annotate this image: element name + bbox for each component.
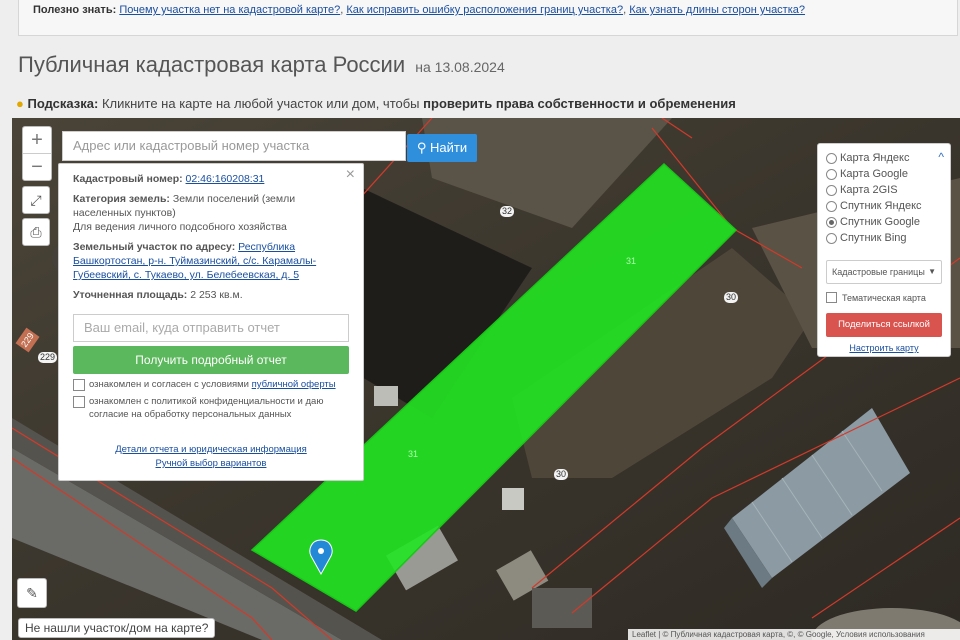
email-field[interactable]: Ваш email, куда отправить отчет bbox=[73, 314, 349, 342]
land-category-label: Категория земель: bbox=[73, 193, 170, 205]
manual-selection-link[interactable]: Ручной выбор вариантов bbox=[73, 457, 349, 471]
expand-icon: ⤢ bbox=[30, 192, 42, 208]
get-report-button[interactable]: Получить подробный отчет bbox=[73, 346, 349, 374]
cadastral-number-row: Кадастровый номер: 02:46:160208:31 bbox=[73, 172, 349, 186]
layer-option-label: Спутник Яндекс bbox=[840, 200, 922, 212]
address-label: Земельный участок по адресу: bbox=[73, 241, 236, 253]
layer-option-label: Спутник Google bbox=[840, 216, 920, 228]
fullscreen-button[interactable]: ⤢ bbox=[22, 186, 50, 214]
lightbulb-icon: ● bbox=[16, 96, 24, 111]
layer-option-label: Карта 2GIS bbox=[840, 184, 898, 196]
close-icon[interactable]: × bbox=[346, 167, 355, 183]
hint-bold-text: проверить права собственности и обремене… bbox=[423, 96, 736, 111]
radio-button[interactable] bbox=[826, 152, 837, 164]
address-row: Земельный участок по адресу: Республика … bbox=[73, 240, 349, 282]
chevron-down-icon: ▼ bbox=[928, 267, 936, 276]
thematic-label: Тематическая карта bbox=[842, 292, 926, 303]
layer-option[interactable]: Спутник Google bbox=[826, 214, 942, 230]
radio-button[interactable] bbox=[826, 184, 837, 196]
thematic-map-toggle[interactable]: Тематическая карта bbox=[826, 292, 942, 303]
privacy-checkbox[interactable] bbox=[73, 396, 85, 408]
layer-option[interactable]: Карта Яндекс bbox=[826, 150, 942, 166]
parcel-info-popup: × Кадастровый номер: 02:46:160208:31 Кат… bbox=[58, 163, 364, 481]
offer-consent: ознакомлен и согласен с условиями публич… bbox=[73, 378, 349, 391]
house-number-229: 229 bbox=[38, 352, 58, 363]
parcel-number-label: 31 bbox=[408, 449, 419, 459]
boundaries-select-value: Кадастровые границы bbox=[832, 267, 925, 277]
boundaries-select[interactable]: Кадастровые границы ▼ bbox=[826, 260, 942, 284]
offer-consent-text: ознакомлен и согласен с условиями публич… bbox=[89, 378, 336, 391]
land-usage-value: Для ведения личного подсобного хозяйства bbox=[73, 221, 287, 233]
public-offer-link[interactable]: публичной оферты bbox=[252, 379, 336, 390]
land-category-row: Категория земель: Земли поселений (земли… bbox=[73, 192, 349, 234]
ruler-button[interactable]: ✎ bbox=[17, 578, 47, 608]
useful-tips-bar: Полезно знать: Почему участка нет на кад… bbox=[18, 0, 958, 36]
radio-button[interactable] bbox=[826, 200, 837, 212]
parcel-number-label: 31 bbox=[626, 256, 637, 266]
house-number-30: 30 bbox=[724, 292, 739, 303]
radio-button[interactable] bbox=[826, 216, 837, 228]
layer-option[interactable]: Карта Google bbox=[826, 166, 942, 182]
layer-options-list: Карта Яндекс Карта Google Карта 2GIS Спутни… bbox=[826, 150, 942, 246]
house-number-30: 30 bbox=[554, 469, 569, 480]
popup-links: Детали отчета и юридическая информация Р… bbox=[73, 443, 349, 471]
find-button-label: Найти bbox=[430, 140, 468, 155]
hint-text: Кликните на карте на любой участок или д… bbox=[101, 96, 420, 111]
layer-option[interactable]: Карта 2GIS bbox=[826, 182, 942, 198]
area-value: 2 253 кв.м. bbox=[190, 289, 243, 301]
search-icon: ⚲ bbox=[416, 140, 427, 155]
area-label: Уточненная площадь: bbox=[73, 289, 188, 301]
radio-button[interactable] bbox=[826, 232, 837, 244]
page-title-date: на 13.08.2024 bbox=[415, 59, 505, 75]
tip-separator: , bbox=[340, 4, 344, 16]
share-link-button[interactable]: Поделиться ссылкой bbox=[826, 313, 942, 337]
map-layers-panel: ^ Карта Яндекс Карта Google Карта 2GIS Спут… bbox=[817, 143, 951, 357]
hint-line: ● Подсказка: Кликните на карте на любой … bbox=[16, 96, 736, 111]
report-details-link[interactable]: Детали отчета и юридическая информация bbox=[73, 443, 349, 457]
chevron-up-icon[interactable]: ^ bbox=[938, 150, 944, 164]
cadastral-number-link[interactable]: 02:46:160208:31 bbox=[186, 173, 265, 185]
ruler-icon: ✎ bbox=[26, 585, 38, 601]
thematic-checkbox[interactable] bbox=[826, 292, 837, 303]
zoom-control: + − bbox=[22, 126, 52, 181]
area-row: Уточненная площадь: 2 253 кв.м. bbox=[73, 288, 349, 302]
tips-label: Полезно знать: bbox=[33, 4, 117, 16]
offer-consent-label: ознакомлен и согласен с условиями bbox=[89, 379, 249, 390]
radio-button[interactable] bbox=[826, 168, 837, 180]
privacy-consent: ознакомлен с политикой конфиденциальност… bbox=[73, 395, 349, 421]
tip-link-missing-parcel[interactable]: Почему участка нет на кадастровой карте? bbox=[119, 4, 340, 16]
privacy-consent-text: ознакомлен с политикой конфиденциальност… bbox=[89, 396, 324, 420]
print-button[interactable]: ⎙ bbox=[22, 218, 50, 246]
zoom-out-button[interactable]: − bbox=[23, 153, 51, 180]
map-settings-link[interactable]: Настроить карту bbox=[826, 343, 942, 353]
offer-checkbox[interactable] bbox=[73, 379, 85, 391]
address-search-input[interactable]: Адрес или кадастровый номер участка bbox=[62, 131, 406, 161]
layer-option-label: Спутник Bing bbox=[840, 232, 907, 244]
page-title: Публичная кадастровая карта России на 13… bbox=[18, 52, 505, 78]
tip-separator: , bbox=[623, 4, 627, 16]
layer-option[interactable]: Спутник Яндекс bbox=[826, 198, 942, 214]
tip-link-fix-boundaries[interactable]: Как исправить ошибку расположения границ… bbox=[346, 4, 623, 16]
house-number-32: 32 bbox=[500, 206, 515, 217]
map-attribution: Leaflet | © Публичная кадастровая карта,… bbox=[628, 629, 960, 640]
layer-option-label: Карта Яндекс bbox=[840, 152, 910, 164]
hint-label: Подсказка: bbox=[27, 96, 99, 111]
cadastral-number-label: Кадастровый номер: bbox=[73, 173, 183, 185]
page-title-text: Публичная кадастровая карта России bbox=[18, 52, 406, 77]
printer-icon: ⎙ bbox=[30, 224, 42, 240]
tip-link-side-lengths[interactable]: Как узнать длины сторон участка? bbox=[629, 4, 805, 16]
zoom-in-button[interactable]: + bbox=[23, 127, 51, 153]
layer-option-label: Карта Google bbox=[840, 168, 908, 180]
not-found-button[interactable]: Не нашли участок/дом на карте? bbox=[18, 618, 216, 638]
layer-option[interactable]: Спутник Bing bbox=[826, 230, 942, 246]
find-button[interactable]: ⚲ Найти bbox=[407, 134, 477, 162]
